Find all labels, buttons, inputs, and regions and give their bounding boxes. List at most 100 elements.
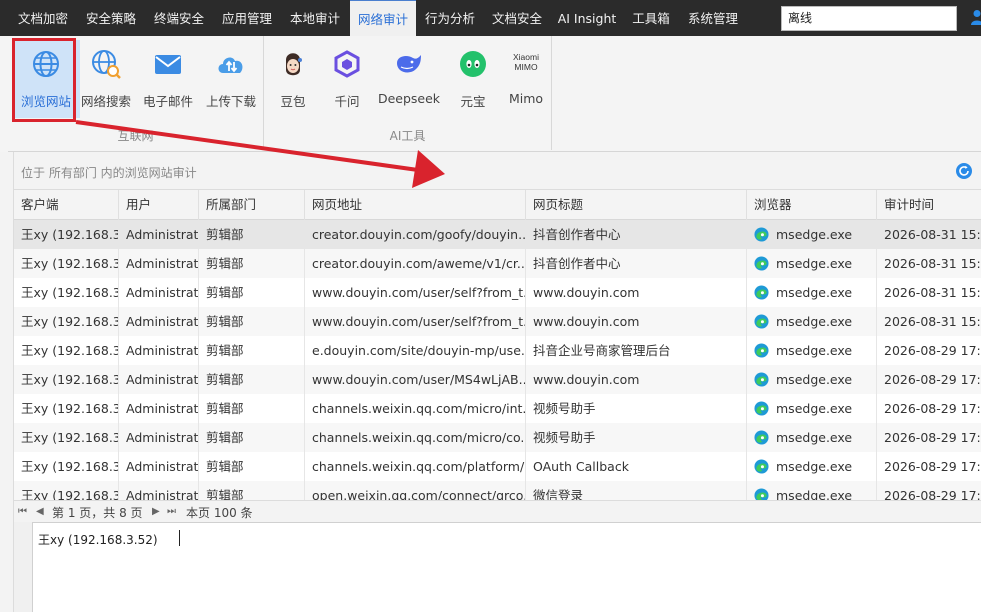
- cell-department: 剪辑部: [199, 365, 305, 394]
- cell-browser: msedge.exe: [747, 220, 877, 249]
- next-page-icon[interactable]: ▶: [152, 506, 160, 517]
- column-header-user[interactable]: 用户: [119, 190, 199, 220]
- cell-client: 王xy (192.168.3.52): [14, 249, 119, 278]
- first-page-icon[interactable]: ⏮: [18, 506, 27, 517]
- ribbon: 浏览网站 网络搜索 电子邮件 上传下载 互联网 豆包 千问 Deepseek 元…: [0, 36, 981, 152]
- cell-audit-time: 2026-08-29 17:33: [877, 423, 981, 452]
- upload-download-button[interactable]: 上传下载: [202, 40, 260, 118]
- cell-audit-time: 2026-08-29 17:32: [877, 481, 981, 500]
- table-row[interactable]: 王xy (192.168.3.52)Administrator剪辑部channe…: [14, 394, 981, 423]
- cell-department: 剪辑部: [199, 423, 305, 452]
- cell-audit-time: 2026-08-31 15:11: [877, 278, 981, 307]
- menu-app-management[interactable]: 应用管理: [216, 0, 278, 36]
- cell-department: 剪辑部: [199, 452, 305, 481]
- yuanbao-button[interactable]: 元宝: [450, 40, 496, 118]
- globe-search-icon: [92, 50, 121, 79]
- table-row[interactable]: 王xy (192.168.3.52)Administrator剪辑部channe…: [14, 423, 981, 452]
- cell-client: 王xy (192.168.3.52): [14, 336, 119, 365]
- mimo-button[interactable]: Xiaomi MIMO Mimo: [504, 40, 548, 118]
- breadcrumb: 位于 所有部门 内的浏览网站审计: [14, 152, 981, 190]
- menu-toolbox[interactable]: 工具箱: [626, 0, 676, 36]
- email-button[interactable]: 电子邮件: [140, 40, 196, 118]
- cell-url: e.douyin.com/site/douyin-mp/use...: [305, 336, 526, 365]
- cell-page-title: www.douyin.com: [526, 307, 747, 336]
- top-menu-bar: 文档加密 安全策略 终端安全 应用管理 本地审计 网络审计 行为分析 文档安全 …: [0, 0, 981, 36]
- cell-page-title: 抖音创作者中心: [526, 249, 747, 278]
- web-search-button[interactable]: 网络搜索: [80, 40, 132, 118]
- cell-user: Administrator: [119, 365, 199, 394]
- browse-website-button[interactable]: 浏览网站: [12, 40, 80, 118]
- column-header-audit-time[interactable]: 审计时间: [877, 190, 981, 220]
- table-row[interactable]: 王xy (192.168.3.52)Administrator剪辑部creato…: [14, 220, 981, 249]
- table-row[interactable]: 王xy (192.168.3.52)Administrator剪辑部channe…: [14, 452, 981, 481]
- globe-icon: [33, 51, 59, 77]
- refresh-icon[interactable]: [955, 162, 973, 180]
- user-icon[interactable]: [970, 9, 981, 25]
- table-row[interactable]: 王xy (192.168.3.52)Administrator剪辑部www.do…: [14, 307, 981, 336]
- menu-system-management[interactable]: 系统管理: [682, 0, 744, 36]
- detail-pane[interactable]: 王xy (192.168.3.52): [32, 522, 981, 612]
- cell-client: 王xy (192.168.3.52): [14, 452, 119, 481]
- doubao-button[interactable]: 豆包: [270, 40, 316, 118]
- cell-page-title: www.douyin.com: [526, 365, 747, 394]
- menu-network-audit[interactable]: 网络审计: [350, 0, 416, 36]
- column-header-url[interactable]: 网页地址: [305, 190, 526, 220]
- group-label-internet: 互联网: [117, 129, 154, 143]
- cell-audit-time: 2026-08-29 17:38: [877, 394, 981, 423]
- table-row[interactable]: 王xy (192.168.3.52)Administrator剪辑部open.w…: [14, 481, 981, 500]
- deepseek-button[interactable]: Deepseek: [376, 40, 442, 118]
- cell-user: Administrator: [119, 249, 199, 278]
- menu-ai-insight[interactable]: AI Insight: [554, 0, 620, 36]
- cell-page-title: 抖音企业号商家管理后台: [526, 336, 747, 365]
- table-row[interactable]: 王xy (192.168.3.52)Administrator剪辑部www.do…: [14, 365, 981, 394]
- menu-local-audit[interactable]: 本地审计: [284, 0, 346, 36]
- cell-browser: msedge.exe: [747, 423, 877, 452]
- cell-url: channels.weixin.qq.com/micro/co...: [305, 423, 526, 452]
- cell-page-title: 视频号助手: [526, 394, 747, 423]
- menu-doc-encryption[interactable]: 文档加密: [12, 0, 74, 36]
- breadcrumb-text: 位于 所有部门 内的浏览网站审计: [21, 166, 197, 180]
- table-row[interactable]: 王xy (192.168.3.52)Administrator剪辑部creato…: [14, 249, 981, 278]
- column-header-client[interactable]: 客户端: [14, 190, 119, 220]
- previous-page-icon[interactable]: ◀: [36, 506, 44, 517]
- cell-page-title: 视频号助手: [526, 423, 747, 452]
- group-label-ai-tools: AI工具: [389, 129, 426, 143]
- xiaomi-mimo-logo: Xiaomi MIMO: [513, 52, 539, 72]
- edge-browser-icon: [754, 314, 769, 329]
- cell-department: 剪辑部: [199, 336, 305, 365]
- cell-department: 剪辑部: [199, 307, 305, 336]
- cell-url: open.weixin.qq.com/connect/qrco...: [305, 481, 526, 500]
- cell-browser: msedge.exe: [747, 249, 877, 278]
- edge-browser-icon: [754, 430, 769, 445]
- cell-client: 王xy (192.168.3.52): [14, 220, 119, 249]
- audit-table: 客户端 用户 所属部门 网页地址 网页标题 浏览器 审计时间 王xy (192.…: [14, 190, 981, 500]
- cell-page-title: 微信登录: [526, 481, 747, 500]
- menu-security-policy[interactable]: 安全策略: [80, 0, 142, 36]
- table-row[interactable]: 王xy (192.168.3.52)Administrator剪辑部e.douy…: [14, 336, 981, 365]
- cell-department: 剪辑部: [199, 249, 305, 278]
- edge-browser-icon: [754, 372, 769, 387]
- column-header-browser[interactable]: 浏览器: [747, 190, 877, 220]
- cell-department: 剪辑部: [199, 394, 305, 423]
- cell-client: 王xy (192.168.3.52): [14, 394, 119, 423]
- cell-browser: msedge.exe: [747, 336, 877, 365]
- left-collapsed-panel[interactable]: [0, 152, 14, 612]
- cell-url: www.douyin.com/user/self?from_t...: [305, 278, 526, 307]
- column-header-page-title[interactable]: 网页标题: [526, 190, 747, 220]
- table-row[interactable]: 王xy (192.168.3.52)Administrator剪辑部www.do…: [14, 278, 981, 307]
- qianwen-button[interactable]: 千问: [326, 40, 368, 118]
- cell-page-title: 抖音创作者中心: [526, 220, 747, 249]
- cell-browser: msedge.exe: [747, 278, 877, 307]
- cell-client: 王xy (192.168.3.52): [14, 481, 119, 500]
- cell-user: Administrator: [119, 481, 199, 500]
- last-page-icon[interactable]: ⏭: [167, 506, 176, 517]
- column-header-department[interactable]: 所属部门: [199, 190, 305, 220]
- cell-audit-time: 2026-08-29 17:32: [877, 452, 981, 481]
- search-input[interactable]: 离线: [781, 6, 957, 31]
- cell-browser: msedge.exe: [747, 394, 877, 423]
- menu-endpoint-security[interactable]: 终端安全: [148, 0, 210, 36]
- text-caret: [179, 530, 180, 546]
- cell-browser: msedge.exe: [747, 481, 877, 500]
- menu-doc-security[interactable]: 文档安全: [486, 0, 548, 36]
- menu-behavior-analysis[interactable]: 行为分析: [419, 0, 481, 36]
